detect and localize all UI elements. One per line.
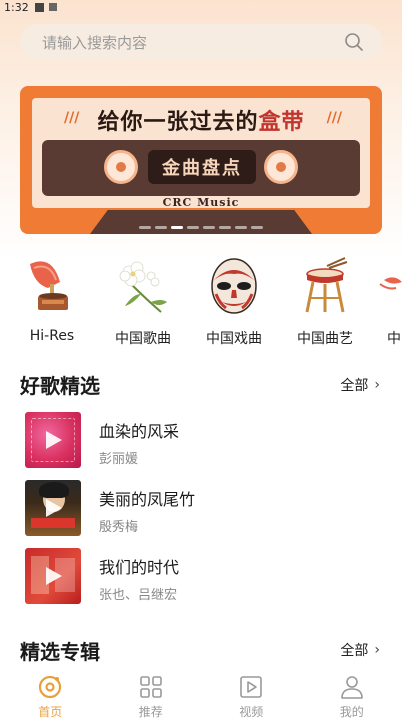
carousel-dot[interactable] [187,226,199,229]
more-label: 全部 [340,643,369,659]
category-chinese-opera[interactable]: 中国戏曲 [194,254,274,348]
featured-songs-more-button[interactable]: 全部 › [340,375,380,395]
carousel-dot[interactable] [203,226,215,229]
song-artist: 殷秀梅 [99,520,139,535]
drum-icon [305,257,348,313]
play-icon [46,431,62,449]
banner-label: 金曲盘点 [148,150,256,184]
section-title-featured-songs: 好歌精选 [20,374,100,398]
status-bar: 1:32 [0,0,402,14]
carousel-dot[interactable] [251,226,263,229]
chevron-right-icon: › [374,642,380,658]
song-cover[interactable] [25,480,81,536]
song-title: 血染的风采 [99,422,180,441]
song-artist: 彭丽媛 [99,452,139,467]
jasmine-flower-icon [119,261,167,313]
carousel-dot[interactable] [219,226,231,229]
play-icon [46,567,62,585]
chevron-right-icon: › [374,377,380,393]
status-time: 1:32 [4,0,29,14]
nav-label: 推荐 [138,705,163,719]
song-item[interactable]: 美丽的凤尾竹 殷秀梅 [20,480,382,540]
banner-headline-text: 给你一张过去的 [97,109,259,135]
category-row: Hi-Res 中国歌曲 中国戏曲 中国曲艺 中 [0,254,402,350]
carousel-dot[interactable] [155,226,167,229]
category-label: 中国歌曲 [115,331,171,347]
category-partial[interactable]: 中 [354,254,402,348]
nav-home[interactable]: 首页 [0,670,101,720]
song-artist: 张也、吕继宏 [99,588,178,603]
carousel-dot[interactable] [171,226,183,229]
category-hi-res[interactable]: Hi-Res [12,254,92,344]
nav-label: 我的 [339,705,364,719]
category-label: Hi-Res [29,328,75,344]
ribbon-icon [379,277,402,290]
cassette-reel-right [264,150,298,184]
more-label: 全部 [340,378,369,394]
grid-icon [139,676,162,698]
category-chinese-songs[interactable]: 中国歌曲 [103,254,183,348]
search-input[interactable]: 请输入搜索内容 [42,32,147,53]
song-item[interactable]: 血染的风采 彭丽媛 [20,412,382,472]
song-title: 美丽的凤尾竹 [99,490,196,509]
banner-headline: 给你一张过去的盒带 [20,104,382,136]
banner-carousel[interactable]: /// /// 给你一张过去的盒带 金曲盘点 CRC Music [20,86,382,234]
play-icon [46,499,62,517]
bottom-nav: 首页 推荐 视频 我的 [0,670,402,720]
featured-albums-more-button[interactable]: 全部 › [340,640,380,660]
cassette-reel-left [104,150,138,184]
search-bar[interactable]: 请输入搜索内容 [20,24,382,60]
carousel-dot[interactable] [139,226,151,229]
home-disc-icon [39,675,62,699]
nav-label: 视频 [239,705,264,719]
category-label: 中 [387,331,401,347]
notification-icon [34,2,44,12]
category-label: 中国曲艺 [297,331,353,347]
nav-recommend[interactable]: 推荐 [101,670,202,720]
song-item[interactable]: 我们的时代 张也、吕继宏 [20,548,382,608]
sim-icon [48,3,57,11]
gramophone-icon [30,261,68,310]
banner-headline-highlight: 盒带 [258,109,305,135]
carousel-indicator [20,226,382,229]
video-icon [240,676,263,698]
banner-brand: CRC Music [162,196,240,209]
song-cover[interactable] [25,548,81,604]
song-cover[interactable] [25,412,81,468]
category-chinese-quyi[interactable]: 中国曲艺 [285,254,365,348]
user-icon [340,676,363,699]
search-icon[interactable] [344,32,364,52]
category-label: 中国戏曲 [206,331,262,347]
section-title-featured-albums: 精选专辑 [20,640,100,664]
carousel-dot[interactable] [235,226,247,229]
nav-label: 首页 [38,705,63,719]
nav-video[interactable]: 视频 [201,670,302,720]
cassette-base [90,210,312,234]
song-title: 我们的时代 [99,558,180,577]
opera-mask-icon [211,258,257,314]
nav-mine[interactable]: 我的 [302,670,402,720]
